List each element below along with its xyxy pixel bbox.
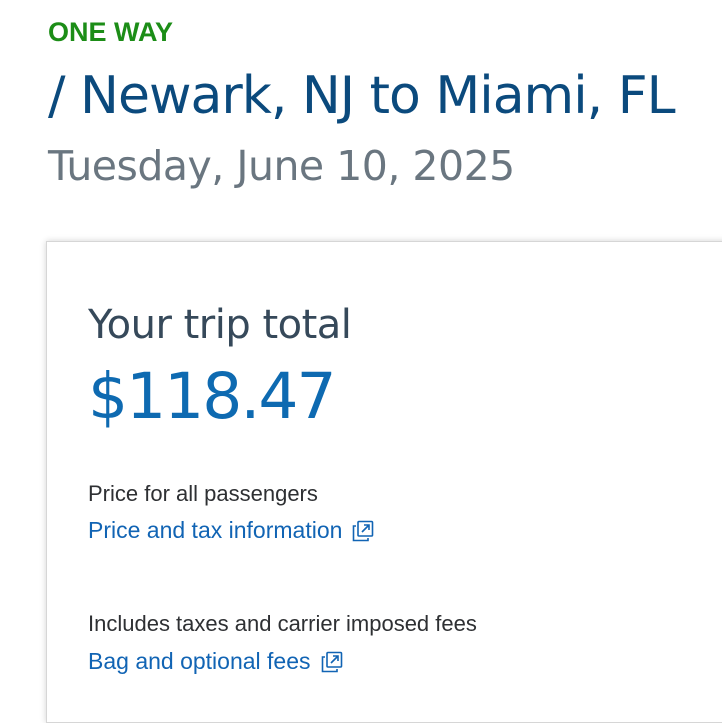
price-tax-info-link-label: Price and tax information bbox=[88, 517, 343, 543]
trip-summary-card: Your trip total $118.47 Price for all pa… bbox=[46, 241, 722, 723]
bag-optional-fees-link[interactable]: Bag and optional fees bbox=[88, 648, 344, 675]
trip-total-amount: $118.47 bbox=[88, 360, 337, 433]
passengers-note: Price for all passengers bbox=[88, 481, 318, 506]
route-title: / Newark, NJ to Miami, FL bbox=[48, 66, 676, 126]
external-link-icon bbox=[321, 651, 342, 672]
price-tax-info-link[interactable]: Price and tax information bbox=[88, 517, 375, 544]
travel-date: Tuesday, June 10, 2025 bbox=[48, 142, 515, 190]
fees-note: Includes taxes and carrier imposed fees bbox=[88, 611, 477, 636]
trip-type-label: ONE WAY bbox=[48, 17, 174, 47]
trip-total-label: Your trip total bbox=[88, 302, 352, 348]
external-link-icon bbox=[353, 520, 374, 541]
bag-optional-fees-link-label: Bag and optional fees bbox=[88, 648, 311, 674]
